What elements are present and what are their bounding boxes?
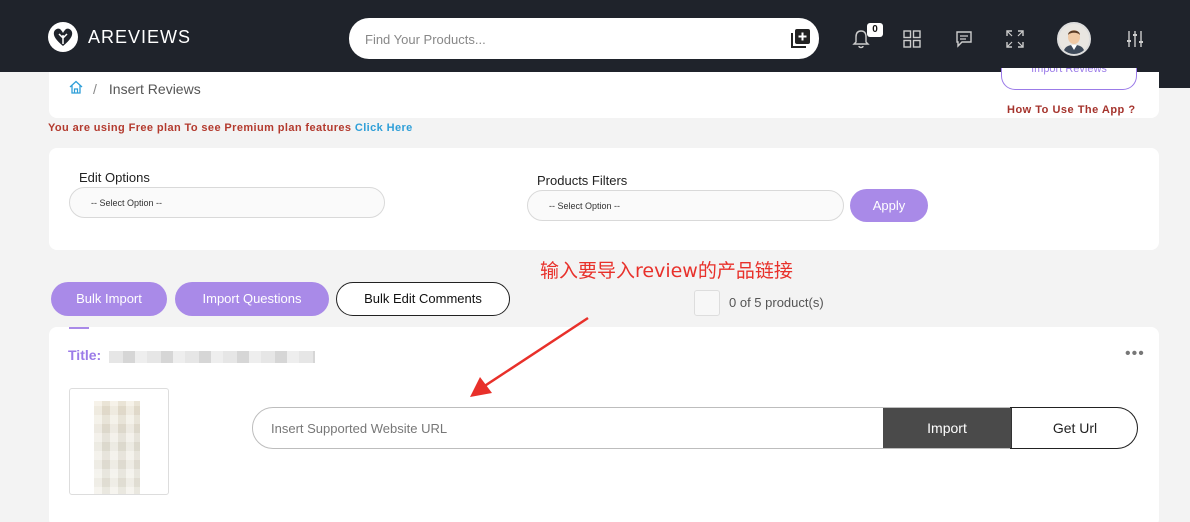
home-icon[interactable] <box>69 80 83 97</box>
products-filters-label: Products Filters <box>537 173 628 188</box>
edit-options-select[interactable]: -- Select Option -- <box>69 187 385 218</box>
edit-options-label: Edit Options <box>79 170 150 185</box>
product-card: Title: ••• Import Get Url <box>49 327 1159 522</box>
annotation-arrow <box>470 316 589 397</box>
annotation-text: 输入要导入review的产品链接 <box>540 260 793 282</box>
breadcrumb-separator: / <box>93 80 97 97</box>
apply-button[interactable]: Apply <box>850 189 928 222</box>
website-url-input[interactable] <box>253 408 883 448</box>
brand-name: AREVIEWS <box>88 26 192 47</box>
plan-notice: You are using Free plan To see Premium p… <box>48 122 413 134</box>
search-input[interactable] <box>365 28 765 50</box>
avatar[interactable] <box>1057 22 1091 56</box>
select-all-checkbox[interactable] <box>694 290 720 316</box>
product-card-accent <box>69 327 89 329</box>
selection-count: 0 of 5 product(s) <box>729 295 824 310</box>
chat-icon[interactable] <box>953 28 975 50</box>
add-box-icon[interactable] <box>791 28 811 48</box>
bulk-edit-comments-button[interactable]: Bulk Edit Comments <box>336 282 510 316</box>
sliders-icon[interactable] <box>1124 28 1146 50</box>
import-button[interactable]: Import <box>883 408 1011 448</box>
url-import-group: Import Get Url <box>252 407 1138 449</box>
product-title-redacted <box>109 351 315 363</box>
premium-click-here-link[interactable]: Click Here <box>355 122 413 134</box>
heart-leaf-logo-icon <box>48 22 78 52</box>
breadcrumb-card: / Insert Reviews Import Reviews <box>49 68 1159 118</box>
plan-notice-text: You are using Free plan To see Premium p… <box>48 122 355 134</box>
product-thumbnail <box>69 388 169 495</box>
get-url-button[interactable]: Get Url <box>1011 408 1137 448</box>
import-questions-button[interactable]: Import Questions <box>175 282 329 316</box>
product-title-label: Title: <box>68 347 102 363</box>
more-options-icon[interactable]: ••• <box>1125 345 1145 363</box>
product-search <box>349 18 819 59</box>
options-card: Edit Options -- Select Option -- Product… <box>49 148 1159 250</box>
grid-icon[interactable] <box>901 28 923 50</box>
products-filters-select[interactable]: -- Select Option -- <box>527 190 844 221</box>
breadcrumb: / Insert Reviews <box>69 80 201 97</box>
bulk-import-button[interactable]: Bulk Import <box>51 282 167 316</box>
top-navbar: AREVIEWS 0 <box>0 0 1190 72</box>
brand-logo[interactable]: AREVIEWS <box>48 22 191 52</box>
notification-count-badge: 0 <box>867 23 883 37</box>
how-to-use-link[interactable]: How To Use The App ? <box>1007 104 1136 116</box>
import-reviews-button[interactable]: Import Reviews <box>1001 68 1137 90</box>
breadcrumb-current: Insert Reviews <box>108 80 201 97</box>
fullscreen-icon[interactable] <box>1004 28 1026 50</box>
product-image-redacted <box>94 401 140 494</box>
